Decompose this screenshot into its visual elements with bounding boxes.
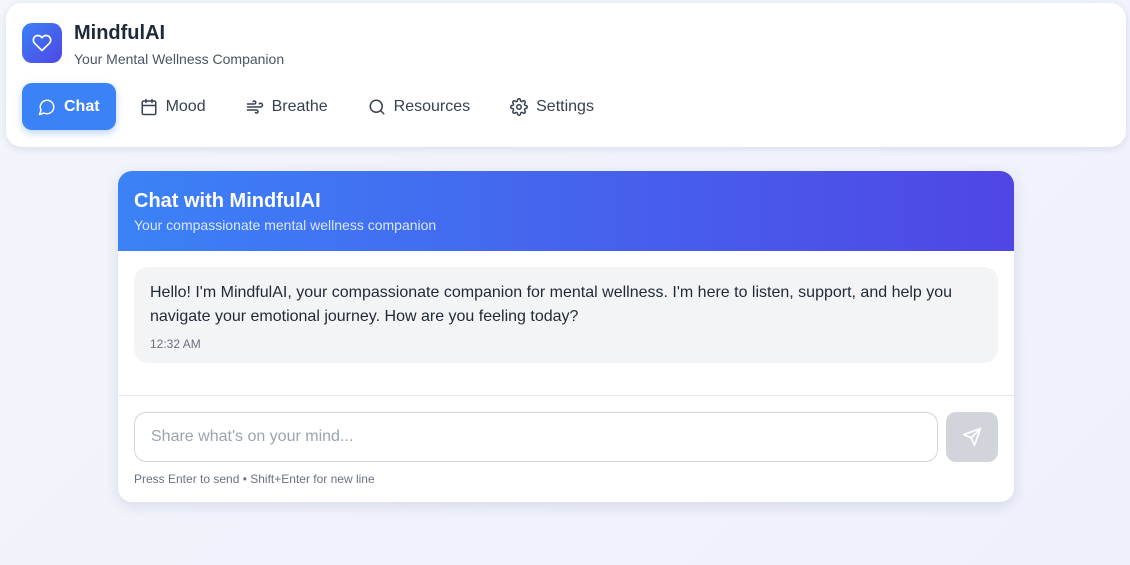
wind-icon	[246, 98, 264, 116]
main-nav: Chat Mood Breathe Resources Settings	[22, 83, 618, 130]
message-text: Hello! I'm MindfulAI, your compassionate…	[150, 284, 953, 325]
tab-chat[interactable]: Chat	[22, 83, 116, 130]
heart-icon	[32, 33, 52, 53]
send-icon	[962, 427, 982, 447]
app-subtitle: Your Mental Wellness Companion	[74, 51, 285, 67]
search-icon	[368, 98, 386, 116]
message-list: Hello! I'm MindfulAI, your compassionate…	[118, 251, 1014, 396]
brand: MindfulAI Your Mental Wellness Companion	[22, 22, 285, 67]
message-composer: Press Enter to send • Shift+Enter for ne…	[118, 396, 1014, 502]
message-circle-icon	[38, 98, 56, 116]
assistant-message: Hello! I'm MindfulAI, your compassionate…	[134, 267, 998, 363]
message-timestamp: 12:32 AM	[150, 337, 201, 351]
tab-resources-label: Resources	[393, 97, 471, 115]
tab-chat-label: Chat	[64, 97, 100, 115]
message-input[interactable]	[134, 412, 938, 462]
send-button[interactable]	[946, 412, 998, 462]
tab-mood-label: Mood	[165, 97, 206, 115]
calendar-icon	[140, 98, 158, 116]
tab-mood[interactable]: Mood	[124, 83, 222, 130]
tab-breathe-label: Breathe	[271, 97, 328, 115]
chat-panel: Chat with MindfulAI Your compassionate m…	[118, 171, 1014, 502]
chat-title: Chat with MindfulAI	[134, 190, 321, 212]
tab-settings[interactable]: Settings	[494, 83, 610, 130]
gear-icon	[510, 97, 529, 116]
chat-header: Chat with MindfulAI Your compassionate m…	[118, 171, 1014, 251]
composer-hint: Press Enter to send • Shift+Enter for ne…	[134, 472, 375, 486]
tab-breathe[interactable]: Breathe	[230, 83, 344, 130]
chat-subtitle: Your compassionate mental wellness compa…	[134, 217, 437, 233]
app-logo	[22, 23, 62, 63]
app-title: MindfulAI	[74, 22, 166, 44]
app-header: MindfulAI Your Mental Wellness Companion…	[6, 3, 1126, 147]
tab-resources[interactable]: Resources	[352, 83, 486, 130]
tab-settings-label: Settings	[536, 97, 594, 115]
